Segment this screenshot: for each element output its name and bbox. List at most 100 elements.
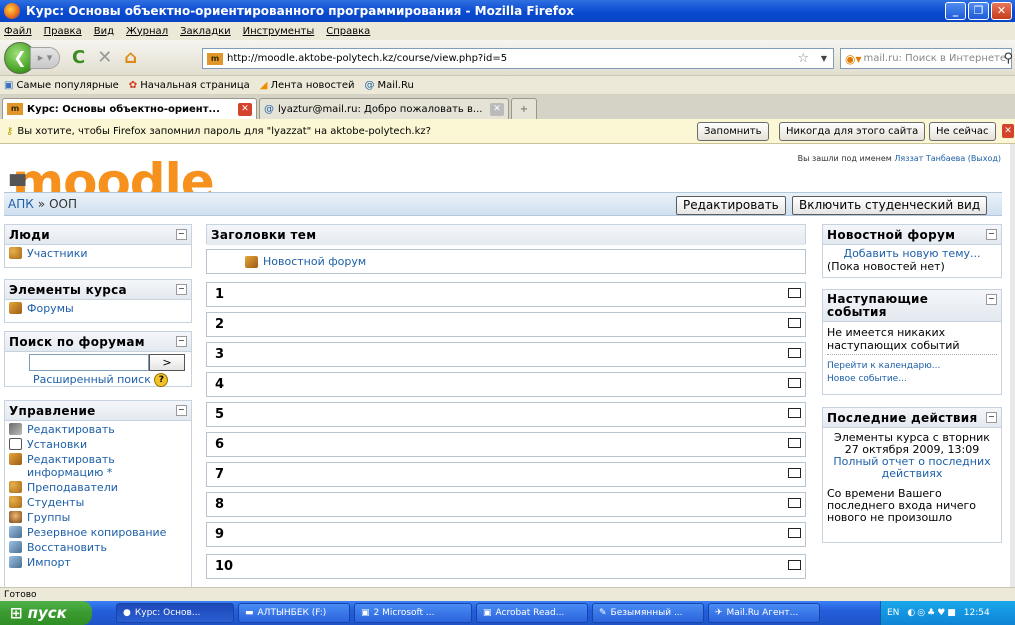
forums-link[interactable]: Форумы xyxy=(27,302,74,315)
participants-item[interactable]: Участники xyxy=(9,247,191,260)
language-indicator[interactable]: EN xyxy=(887,608,899,618)
user-name-link[interactable]: Ляззат Танбаева xyxy=(894,154,965,163)
forums-item[interactable]: Форумы xyxy=(9,302,191,315)
admin-item[interactable]: Студенты xyxy=(9,496,191,509)
stop-icon[interactable]: ✕ xyxy=(97,47,112,68)
taskbar-item[interactable]: ▬ АЛТЫНБЕК (F:) xyxy=(238,603,350,623)
taskbar-item[interactable]: ▣ 2 Microsoft ... xyxy=(354,603,472,623)
highlight-toggle-icon[interactable] xyxy=(788,408,801,418)
highlight-toggle-icon[interactable] xyxy=(788,288,801,298)
taskbar-item[interactable]: ✎ Безымянный ... xyxy=(592,603,704,623)
menu-bookmarks[interactable]: Закладки xyxy=(180,26,231,37)
menu-view[interactable]: Вид xyxy=(94,26,114,37)
collapse-icon[interactable]: − xyxy=(176,405,187,416)
close-tab-icon[interactable]: ✕ xyxy=(238,102,252,116)
maximize-button[interactable]: ❐ xyxy=(968,2,989,20)
help-icon[interactable]: ? xyxy=(154,373,169,387)
close-button[interactable]: ✕ xyxy=(991,2,1012,20)
go-to-calendar-link[interactable]: Перейти к календарю... xyxy=(827,361,940,371)
tab-mail[interactable]: @ lyaztur@mail.ru: Добро пожаловать в...… xyxy=(259,98,509,119)
admin-link[interactable]: Импорт xyxy=(27,556,71,569)
menu-history[interactable]: Журнал xyxy=(126,26,168,37)
bookmark-star-icon[interactable]: ☆ xyxy=(797,51,809,66)
search-bar[interactable]: ◉▾ mail.ru: Поиск в Интернете ⚲ xyxy=(840,48,1013,69)
admin-link[interactable]: Установки xyxy=(27,438,87,451)
menu-help[interactable]: Справка xyxy=(326,26,370,37)
admin-link[interactable]: Студенты xyxy=(27,496,84,509)
logout-link[interactable]: (Выход) xyxy=(968,154,1001,163)
admin-link[interactable]: Резервное копирование xyxy=(27,526,166,539)
menu-tools[interactable]: Инструменты xyxy=(243,26,315,37)
forward-button[interactable]: ▸ ▾ xyxy=(30,46,60,69)
participants-link[interactable]: Участники xyxy=(27,247,88,260)
collapse-icon[interactable]: − xyxy=(176,284,187,295)
admin-item[interactable]: Резервное копирование xyxy=(9,526,191,539)
new-tab-button[interactable]: + xyxy=(511,98,537,119)
admin-link[interactable]: Восстановить xyxy=(27,541,107,554)
section-number: 6 xyxy=(215,437,225,452)
taskbar-item[interactable]: ✈ Mail.Ru Агент... xyxy=(708,603,820,623)
admin-item[interactable]: Редактировать информацию * xyxy=(9,453,191,479)
menu-file[interactable]: Файл xyxy=(4,26,32,37)
vertical-scrollbar[interactable] xyxy=(1010,144,1015,587)
search-engine-icon[interactable]: ◉▾ xyxy=(845,52,862,66)
collapse-icon[interactable]: − xyxy=(986,229,997,240)
student-view-button[interactable]: Включить студенческий вид xyxy=(792,196,988,215)
highlight-toggle-icon[interactable] xyxy=(788,560,801,570)
bookmark-news-feed[interactable]: ◢ Лента новостей xyxy=(260,80,355,91)
highlight-toggle-icon[interactable] xyxy=(788,348,801,358)
url-bar[interactable]: m http://moodle.aktobe-polytech.kz/cours… xyxy=(202,48,834,69)
not-now-button[interactable]: Не сейчас xyxy=(929,122,996,141)
new-event-link[interactable]: Новое событие... xyxy=(827,374,907,384)
admin-link[interactable]: Преподаватели xyxy=(27,481,118,494)
taskbar-item[interactable]: ▣ Acrobat Read... xyxy=(476,603,588,623)
home-icon[interactable]: ⌂ xyxy=(124,47,137,68)
remember-password-button[interactable]: Запомнить xyxy=(697,122,769,141)
full-report-link[interactable]: Полный отчет о последних действиях xyxy=(833,455,990,480)
bookmark-home-page[interactable]: ✿ Начальная страница xyxy=(129,80,250,91)
tab-course[interactable]: m Курс: Основы объектно-ориент... ✕ xyxy=(2,98,257,119)
admin-item[interactable]: Установки xyxy=(9,438,191,451)
reload-icon[interactable]: C xyxy=(72,47,85,68)
highlight-toggle-icon[interactable] xyxy=(788,438,801,448)
highlight-toggle-icon[interactable] xyxy=(788,378,801,388)
never-for-site-button[interactable]: Никогда для этого сайта xyxy=(779,122,926,141)
admin-link[interactable]: Редактировать информацию * xyxy=(27,453,157,479)
forum-icon xyxy=(9,302,22,314)
admin-item[interactable]: Преподаватели xyxy=(9,481,191,494)
edit-mode-button[interactable]: Редактировать xyxy=(676,196,786,215)
highlight-toggle-icon[interactable] xyxy=(788,528,801,538)
collapse-icon[interactable]: − xyxy=(986,294,997,305)
advanced-search-link[interactable]: Расширенный поиск xyxy=(33,373,151,386)
forum-search-go-button[interactable]: > xyxy=(149,354,185,371)
collapse-icon[interactable]: − xyxy=(986,412,997,423)
admin-item[interactable]: Группы xyxy=(9,511,191,524)
close-notification-icon[interactable]: ✕ xyxy=(1002,124,1014,138)
bookmark-most-visited[interactable]: ▣ Самые популярные xyxy=(4,80,119,91)
url-dropdown-icon[interactable]: ▼ xyxy=(821,54,827,63)
tray-icons[interactable]: ◐◎♣♥■ xyxy=(907,608,957,618)
close-tab-icon[interactable]: ✕ xyxy=(490,102,504,116)
highlight-toggle-icon[interactable] xyxy=(788,498,801,508)
taskbar-item[interactable]: ● Курс: Основ... xyxy=(116,603,234,623)
admin-link[interactable]: Редактировать xyxy=(27,423,115,436)
admin-item[interactable]: Импорт xyxy=(9,556,191,569)
news-forum-link[interactable]: Новостной форум xyxy=(263,255,366,268)
collapse-icon[interactable]: − xyxy=(176,229,187,240)
add-topic-link[interactable]: Добавить новую тему... xyxy=(843,247,980,260)
admin-item[interactable]: Редактировать xyxy=(9,423,191,436)
bookmark-mailru[interactable]: @ Mail.Ru xyxy=(364,80,413,91)
start-button[interactable]: ⊞ пуск xyxy=(0,601,92,625)
menu-edit[interactable]: Правка xyxy=(44,26,82,37)
minimize-button[interactable]: _ xyxy=(945,2,966,20)
clock[interactable]: 12:54 xyxy=(964,608,990,618)
highlight-toggle-icon[interactable] xyxy=(788,318,801,328)
collapse-icon[interactable]: − xyxy=(176,336,187,347)
admin-link[interactable]: Группы xyxy=(27,511,70,524)
login-prefix: Вы зашли под именем xyxy=(797,154,892,163)
search-icon[interactable]: ⚲ xyxy=(1003,51,1013,66)
highlight-toggle-icon[interactable] xyxy=(788,468,801,478)
admin-item[interactable]: Восстановить xyxy=(9,541,191,554)
breadcrumb-root-link[interactable]: АПК xyxy=(8,197,34,211)
forum-search-input[interactable] xyxy=(29,354,149,371)
